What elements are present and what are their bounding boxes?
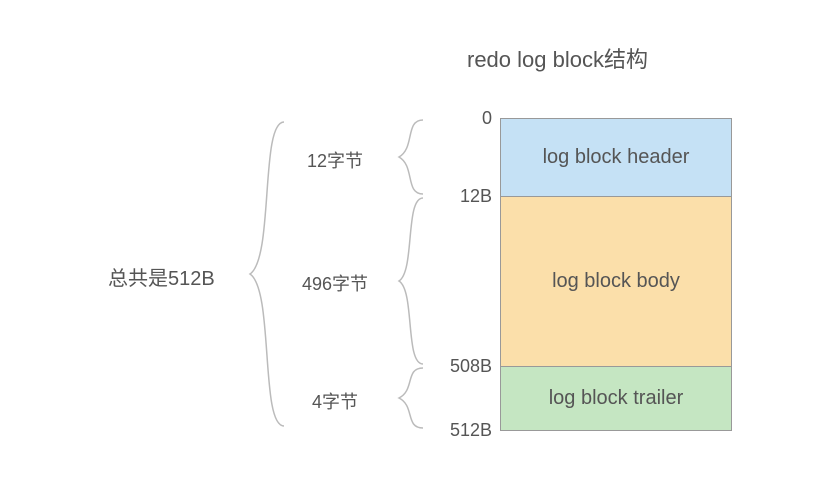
block-header-label: log block header [543,146,690,169]
block-body: log block body [501,197,731,367]
size-body-label: 496字节 [295,270,375,296]
offset-12: 12B [432,186,492,207]
brace-total-icon [236,118,286,430]
offset-512: 512B [432,420,492,441]
brace-body-icon [385,196,425,366]
brace-header-icon [385,118,425,196]
diagram-stage: redo log block结构 log block header log bl… [0,0,832,503]
offset-0: 0 [432,108,492,129]
block-body-label: log block body [552,270,680,293]
size-header-label: 12字节 [295,147,375,173]
block-trailer: log block trailer [501,367,731,431]
total-size-label: 总共是512B [108,262,215,291]
block-stack: log block header log block body log bloc… [500,118,732,431]
block-header: log block header [501,119,731,197]
diagram-title: redo log block结构 [467,42,648,74]
block-trailer-label: log block trailer [549,387,684,410]
offset-508: 508B [432,356,492,377]
brace-trailer-icon [385,366,425,430]
size-trailer-label: 4字节 [295,388,375,414]
